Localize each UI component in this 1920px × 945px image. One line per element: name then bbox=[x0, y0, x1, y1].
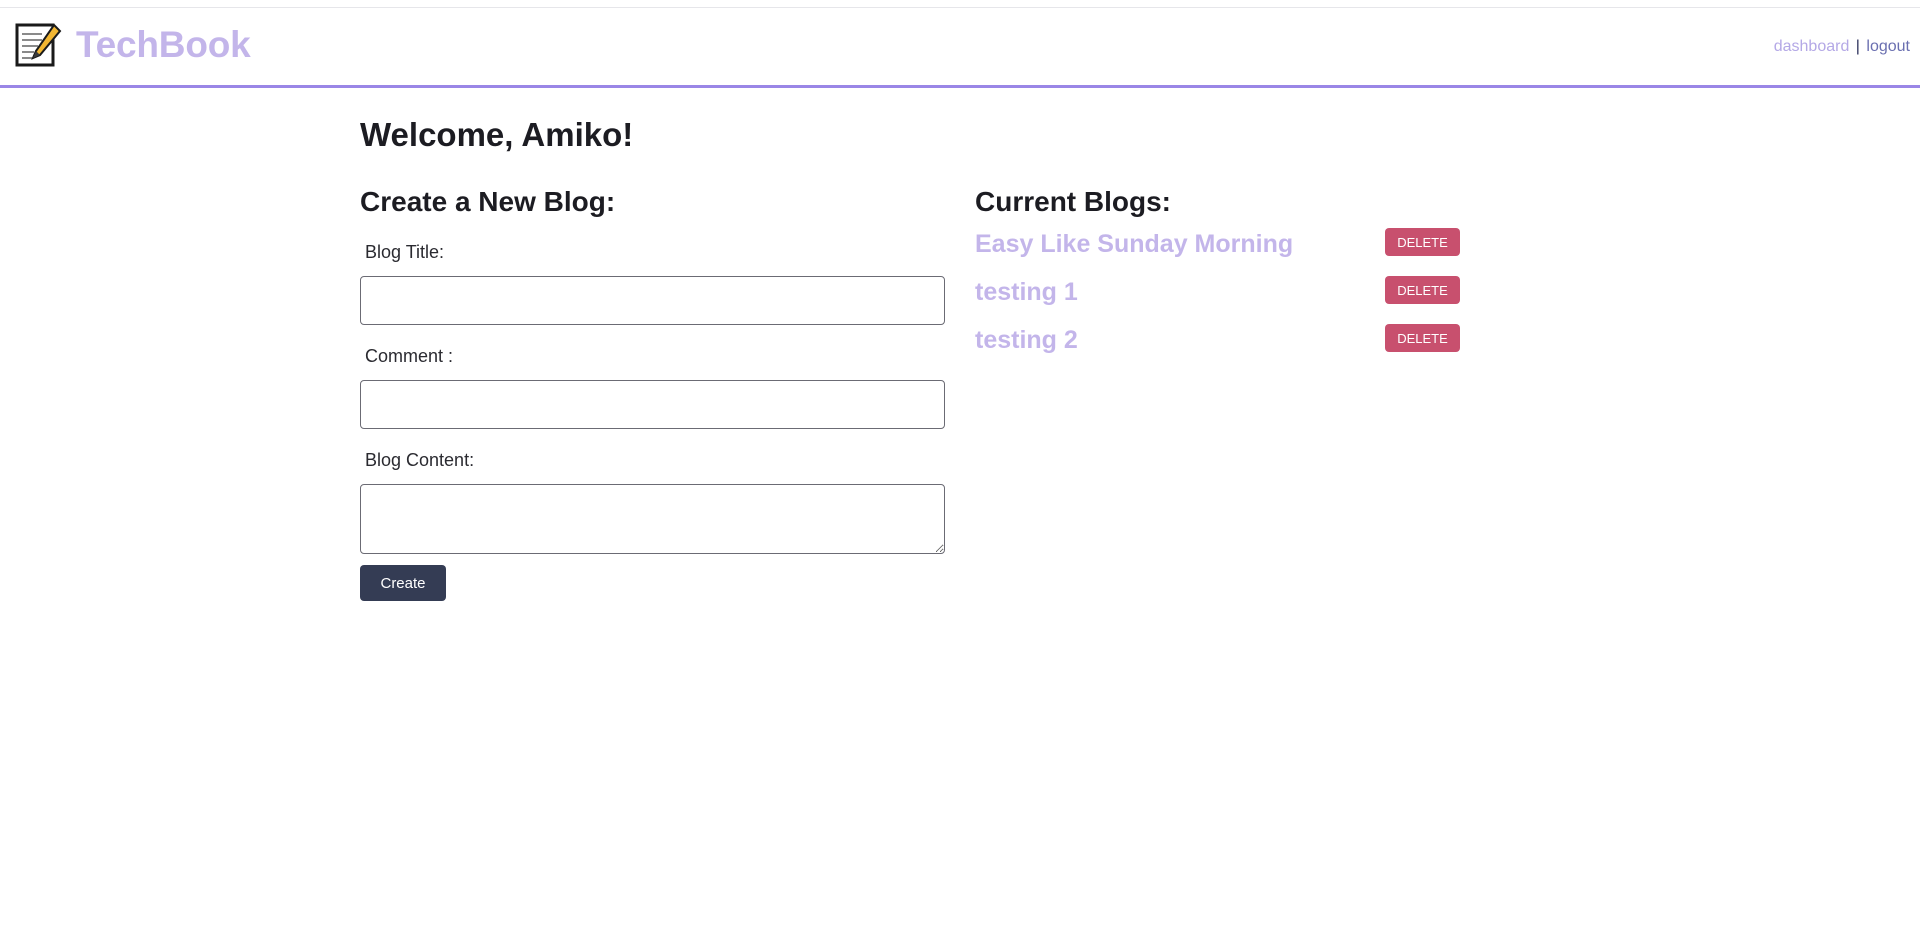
blog-title-link[interactable]: Easy Like Sunday Morning bbox=[975, 230, 1293, 259]
header-nav: dashboard | logout bbox=[1774, 38, 1910, 56]
blog-title-link[interactable]: testing 1 bbox=[975, 278, 1078, 307]
brand-title[interactable]: TechBook bbox=[76, 24, 251, 66]
blog-content-textarea[interactable] bbox=[360, 484, 945, 554]
delete-blog-button[interactable]: DELETE bbox=[1385, 324, 1460, 352]
blog-list-item: testing 2 DELETE bbox=[975, 324, 1460, 356]
nav-dashboard-link[interactable]: dashboard bbox=[1774, 38, 1850, 55]
create-blog-heading: Create a New Blog: bbox=[360, 186, 616, 217]
create-button[interactable]: Create bbox=[360, 565, 446, 601]
comment-input[interactable] bbox=[360, 380, 945, 429]
site-header: TechBook dashboard | logout bbox=[0, 8, 1920, 88]
current-blogs-heading: Current Blogs: bbox=[975, 186, 1171, 217]
blog-list-item: Easy Like Sunday Morning DELETE bbox=[975, 228, 1460, 260]
delete-blog-button[interactable]: DELETE bbox=[1385, 276, 1460, 304]
delete-blog-button[interactable]: DELETE bbox=[1385, 228, 1460, 256]
nav-logout-link[interactable]: logout bbox=[1866, 38, 1910, 55]
blog-title-label: Blog Title: bbox=[365, 242, 445, 262]
blog-content-label: Blog Content: bbox=[365, 450, 475, 470]
blog-list-item: testing 1 DELETE bbox=[975, 276, 1460, 308]
blog-title-link[interactable]: testing 2 bbox=[975, 326, 1078, 355]
blog-title-input[interactable] bbox=[360, 276, 945, 325]
welcome-heading: Welcome, Amiko! bbox=[360, 116, 634, 153]
notepad-pencil-icon[interactable] bbox=[14, 21, 62, 69]
nav-separator: | bbox=[1855, 38, 1860, 55]
comment-label: Comment : bbox=[365, 346, 454, 366]
